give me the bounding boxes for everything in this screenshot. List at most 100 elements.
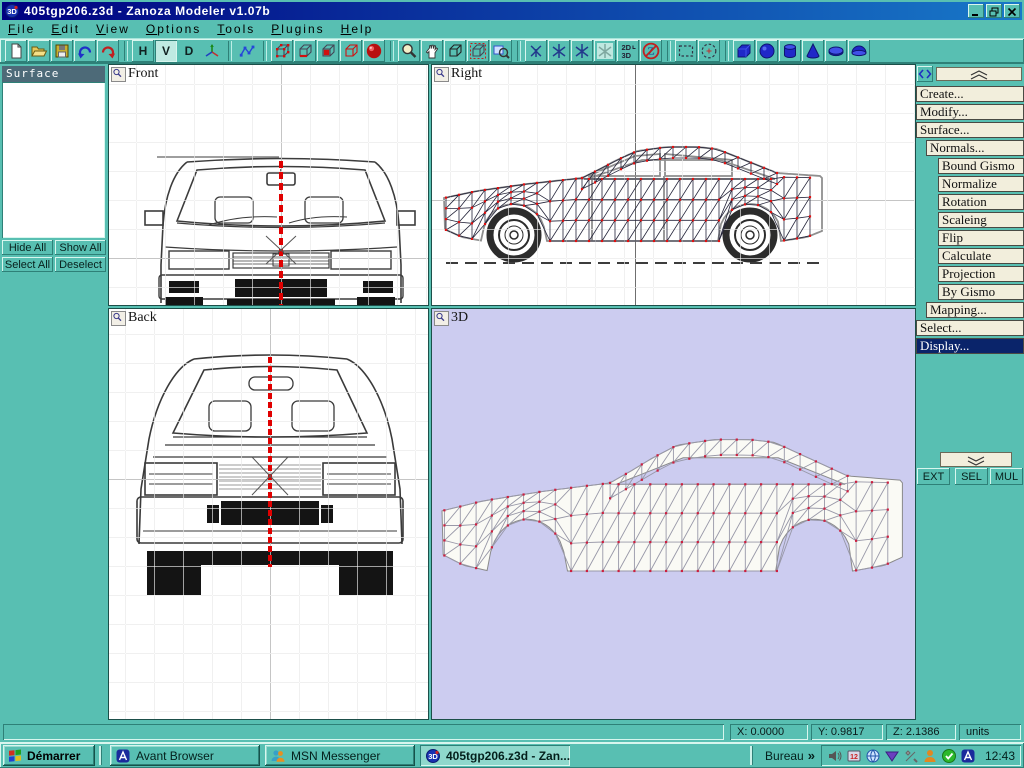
toggle-v-button[interactable]: V — [155, 40, 177, 62]
save-floppy-button[interactable] — [51, 40, 73, 62]
status-message-area — [3, 724, 724, 740]
select-all-button[interactable]: Select All — [2, 257, 53, 272]
avant-icon[interactable] — [960, 748, 976, 764]
network-globe-icon[interactable] — [865, 748, 881, 764]
viewport-right[interactable]: Right — [431, 64, 916, 306]
viewport-zoom-button[interactable] — [111, 67, 126, 82]
right-view-mesh — [432, 65, 916, 306]
toolbar-separator — [517, 41, 521, 61]
cube-faces-button[interactable] — [317, 40, 339, 62]
menu-file[interactable]: File — [8, 22, 35, 36]
viewport-zoom-button[interactable] — [434, 67, 449, 82]
menu-edit[interactable]: Edit — [51, 22, 80, 36]
axis-star-disabled-button[interactable] — [594, 40, 616, 62]
z-lock-disabled-button[interactable]: Z — [640, 40, 662, 62]
scheduler-icon[interactable]: 12 — [846, 748, 862, 764]
mode-2d3d-button[interactable]: 2D3D — [617, 40, 639, 62]
minimize-button[interactable] — [968, 4, 984, 18]
hide-all-button[interactable]: Hide All — [2, 240, 53, 255]
ext-mode-button[interactable]: EXT — [917, 468, 950, 485]
tools-icon[interactable] — [903, 748, 919, 764]
edit-polyline-button[interactable] — [236, 40, 258, 62]
task-button-avant-browser[interactable]: Avant Browser — [110, 745, 260, 766]
sidebar-item-calculate[interactable]: Calculate — [938, 248, 1024, 264]
sidebar-expand-button[interactable] — [940, 452, 1012, 467]
sidebar-toggle-button[interactable] — [917, 66, 933, 82]
undo-arrow-button[interactable] — [74, 40, 96, 62]
axis-star-c-button[interactable] — [571, 40, 593, 62]
viewport-zoom-button[interactable] — [111, 311, 126, 326]
prim-box-button[interactable] — [733, 40, 755, 62]
prim-hemisphere-button[interactable] — [848, 40, 870, 62]
select-circle-button[interactable] — [698, 40, 720, 62]
axis-star-a-button[interactable] — [525, 40, 547, 62]
toolbar-separator — [228, 41, 232, 61]
select-circle-icon — [700, 42, 718, 60]
mul-mode-button[interactable]: MUL — [990, 468, 1023, 485]
toolbar-separator — [667, 41, 671, 61]
surface-list[interactable] — [2, 82, 105, 238]
menu-tools[interactable]: Tools — [217, 22, 255, 36]
restore-button[interactable] — [986, 4, 1002, 18]
sidebar-item-normals[interactable]: Normals... — [926, 140, 1024, 156]
sidebar-item-by-gismo[interactable]: By Gismo — [938, 284, 1024, 300]
prim-cone-button[interactable] — [802, 40, 824, 62]
prim-disc-button[interactable] — [825, 40, 847, 62]
redo-arrow-button[interactable] — [97, 40, 119, 62]
menu-help[interactable]: Help — [341, 22, 374, 36]
axis-xyz-button[interactable] — [201, 40, 223, 62]
sel-mode-button[interactable]: SEL — [955, 468, 988, 485]
cube-edges-button[interactable] — [294, 40, 316, 62]
sidebar-item-normalize[interactable]: Normalize — [938, 176, 1024, 192]
zoom-region-button[interactable] — [490, 40, 512, 62]
sidebar-item-scaleing[interactable]: Scaleing — [938, 212, 1024, 228]
sidebar-item-create[interactable]: Create... — [916, 86, 1024, 102]
zmodeler-icon: 3D — [425, 748, 441, 764]
msn-alert-icon[interactable] — [884, 748, 900, 764]
toggle-h-button[interactable]: H — [132, 40, 154, 62]
deselect-button[interactable]: Deselect — [55, 257, 106, 272]
menu-view[interactable]: View — [96, 22, 130, 36]
open-folder-button[interactable] — [28, 40, 50, 62]
menu-options[interactable]: Options — [146, 22, 201, 36]
viewport-zoom-button[interactable] — [434, 311, 449, 326]
sidebar-collapse-button[interactable] — [936, 67, 1022, 81]
axis-star-c-icon — [573, 42, 591, 60]
volume-icon[interactable] — [827, 748, 843, 764]
viewport-label-back: Back — [128, 310, 157, 326]
toolbar-overflow-chevron[interactable]: » — [808, 748, 815, 763]
zoom-magnifier-button[interactable] — [398, 40, 420, 62]
pan-hand-button[interactable] — [421, 40, 443, 62]
task-button-msn-messenger[interactable]: MSN Messenger — [265, 745, 415, 766]
select-cube-button[interactable] — [467, 40, 489, 62]
cube-objects-button[interactable] — [340, 40, 362, 62]
sidebar-item-flip[interactable]: Flip — [938, 230, 1024, 246]
prim-sphere-button[interactable] — [756, 40, 778, 62]
viewport-3d[interactable]: 3D — [431, 308, 916, 720]
viewport-front[interactable]: Front — [108, 64, 429, 306]
menu-plugins[interactable]: Plugins — [271, 22, 324, 36]
antivirus-ok-icon[interactable] — [941, 748, 957, 764]
messenger-buddy-icon[interactable] — [922, 748, 938, 764]
sidebar-item-projection[interactable]: Projection — [938, 266, 1024, 282]
prim-cylinder-button[interactable] — [779, 40, 801, 62]
show-all-button[interactable]: Show All — [55, 240, 106, 255]
render-sphere-button[interactable] — [363, 40, 385, 62]
sidebar-item-modify[interactable]: Modify... — [916, 104, 1024, 120]
sidebar-item-rotation[interactable]: Rotation — [938, 194, 1024, 210]
sidebar-item-mapping[interactable]: Mapping... — [926, 302, 1024, 318]
sidebar-item-bound-gismo[interactable]: Bound Gismo — [938, 158, 1024, 174]
axis-star-b-button[interactable] — [548, 40, 570, 62]
sidebar-item-select[interactable]: Select... — [916, 320, 1024, 336]
sidebar-item-display[interactable]: Display... — [916, 338, 1024, 354]
cube-vertices-button[interactable] — [271, 40, 293, 62]
start-button[interactable]: Démarrer — [3, 745, 95, 766]
close-button[interactable] — [1004, 4, 1020, 18]
viewport-back[interactable]: Back — [108, 308, 429, 720]
toggle-d-button[interactable]: D — [178, 40, 200, 62]
sidebar-item-surface[interactable]: Surface... — [916, 122, 1024, 138]
select-rectangle-button[interactable] — [675, 40, 697, 62]
task-button-405tgp206-z3d-zan[interactable]: 3D405tgp206.z3d - Zan... — [420, 745, 570, 766]
view-cube-button[interactable] — [444, 40, 466, 62]
new-file-button[interactable] — [5, 40, 27, 62]
